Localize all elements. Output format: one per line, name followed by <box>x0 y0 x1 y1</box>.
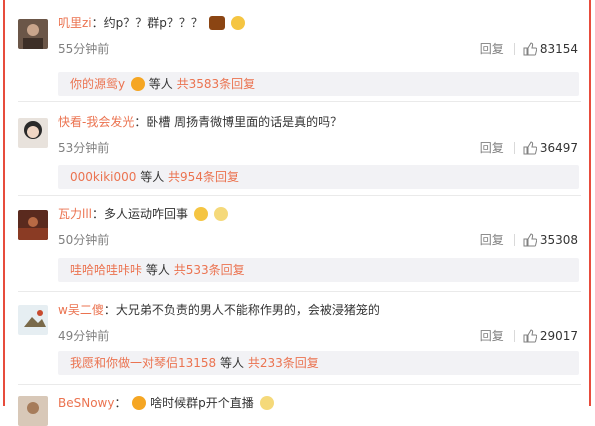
reply-total-link[interactable]: 共954条回复 <box>168 170 239 184</box>
emoji-icon <box>132 396 147 410</box>
comment-actions: 回复 36497 <box>480 139 578 156</box>
avatar[interactable] <box>18 19 48 49</box>
emoji-icon <box>130 77 145 91</box>
like-count: 35308 <box>539 233 578 247</box>
thumbs-up-icon[interactable] <box>523 42 538 56</box>
comment-time: 49分钟前 <box>58 329 110 343</box>
avatar[interactable] <box>18 210 48 240</box>
divider <box>18 101 581 102</box>
divider <box>18 384 581 385</box>
divider <box>18 195 581 196</box>
reply-button[interactable]: 回复 <box>480 141 504 155</box>
comment-username[interactable]: w吴二傻 <box>58 303 104 317</box>
divider <box>513 43 515 55</box>
comment-actions: 回复 83154 <box>480 40 578 57</box>
emoji-icon <box>230 16 245 30</box>
reply-button[interactable]: 回复 <box>480 233 504 247</box>
reply-total-link[interactable]: 共3583条回复 <box>177 77 256 91</box>
like-count: 83154 <box>539 42 578 56</box>
comment-username[interactable]: 叽里zi <box>58 16 92 30</box>
reply-user[interactable]: 你的源鸳y <box>70 77 125 91</box>
reply-user[interactable]: 000kiki000 <box>70 170 136 184</box>
reply-total-link[interactable]: 共233条回复 <box>248 356 319 370</box>
comment-text: 多人运动咋回事 <box>104 207 189 221</box>
divider <box>513 142 515 154</box>
emoji-icon <box>213 207 228 221</box>
divider <box>513 234 515 246</box>
thumbs-up-icon[interactable] <box>523 233 538 247</box>
reply-user[interactable]: 我愿和你做一对琴侣13158 <box>70 356 216 370</box>
reply-summary[interactable]: 我愿和你做一对琴侣13158 等人 共233条回复 <box>58 351 579 375</box>
comment-time: 50分钟前 <box>58 233 110 247</box>
reply-user[interactable]: 哇哈哈哇咔咔 <box>70 263 142 277</box>
comment-username[interactable]: BeSNowy <box>58 396 114 410</box>
emoji-icon <box>259 396 274 410</box>
feed-frame <box>3 0 591 406</box>
comment-text: 卧槽 周扬青微博里面的话是真的吗？ <box>146 115 343 129</box>
divider <box>513 330 515 342</box>
avatar[interactable] <box>18 118 48 148</box>
divider <box>18 291 581 292</box>
emoji-icon <box>208 16 225 30</box>
comment-actions: 回复 35308 <box>480 231 578 248</box>
comment-text: 约p？？群p？？？ <box>103 16 203 30</box>
like-count: 29017 <box>539 329 578 343</box>
comment-text: 啥时候群p开个直播 <box>150 396 254 410</box>
emoji-icon <box>193 207 208 221</box>
reply-button[interactable]: 回复 <box>480 42 504 56</box>
reply-total-link[interactable]: 共533条回复 <box>174 263 245 277</box>
comment-text: 大兄弟不负责的男人不能称作男的，会被浸猪笼的 <box>115 303 380 317</box>
comment-username[interactable]: 瓦力lll <box>58 207 92 221</box>
reply-summary[interactable]: 哇哈哈哇咔咔 等人 共533条回复 <box>58 258 579 282</box>
like-count: 36497 <box>539 141 578 155</box>
reply-summary[interactable]: 你的源鸳y 等人 共3583条回复 <box>58 72 579 96</box>
thumbs-up-icon[interactable] <box>523 141 538 155</box>
avatar[interactable] <box>18 396 48 426</box>
comment-time: 53分钟前 <box>58 141 110 155</box>
avatar[interactable] <box>18 305 48 335</box>
reply-button[interactable]: 回复 <box>480 329 504 343</box>
thumbs-up-icon[interactable] <box>523 329 538 343</box>
comment-username[interactable]: 快看-我会发光 <box>58 115 134 129</box>
comment-time: 55分钟前 <box>58 42 110 56</box>
comment-actions: 回复 29017 <box>480 327 578 344</box>
reply-summary[interactable]: 000kiki000 等人 共954条回复 <box>58 165 579 189</box>
